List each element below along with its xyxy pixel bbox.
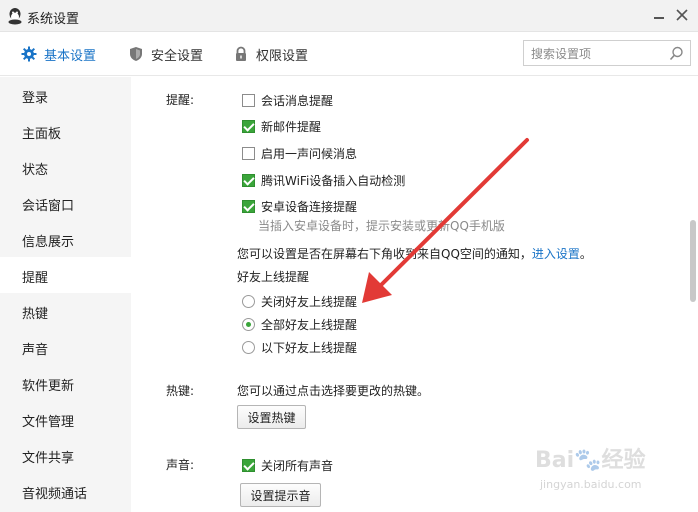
sidebar-item-file-management[interactable]: 文件管理 — [0, 401, 131, 437]
option-label: 启用一声问候消息 — [261, 146, 358, 161]
tab-security-settings[interactable]: 安全设置 — [128, 44, 203, 64]
hotkey-section-label: 热键: — [166, 384, 195, 398]
sidebar-item-info-display[interactable]: 信息展示 — [0, 221, 131, 257]
radio-disable-friend-online[interactable] — [242, 294, 255, 308]
settings-sidebar: 登录 主面板 状态 会话窗口 信息展示 提醒 热键 声音 软件更新 文件管理 文… — [0, 77, 131, 512]
sidebar-item-label: 热键 — [22, 307, 49, 322]
sidebar-item-hotkey[interactable]: 热键 — [0, 293, 131, 329]
sidebar-item-label: 提醒 — [22, 271, 49, 286]
android-hint-text: 当插入安卓设备时，提示安装或更新QQ手机版 — [258, 219, 505, 233]
option-disable-friend-online[interactable]: 关闭好友上线提醒 — [242, 292, 357, 310]
sidebar-item-software-update[interactable]: 软件更新 — [0, 365, 131, 401]
option-greeting-message[interactable]: 启用一声问候消息 — [242, 144, 357, 162]
sidebar-item-av-call[interactable]: 音视频通话 — [0, 473, 131, 509]
sidebar-item-main-panel[interactable]: 主面板 — [0, 113, 131, 149]
watermark-url: jingyan.baidu.com — [540, 478, 642, 491]
lock-icon — [236, 46, 246, 61]
checkbox-new-mail-reminder[interactable] — [242, 119, 255, 133]
minimize-button[interactable] — [652, 8, 666, 22]
qzone-notice-text: 您可以设置是否在屏幕右下角收到来自QQ空间的通知， — [237, 247, 532, 261]
sidebar-item-status[interactable]: 状态 — [0, 149, 131, 185]
tab-basic-settings-label: 基本设置 — [44, 48, 97, 64]
baidu-jingyan-watermark: Bai🐾经验 — [535, 448, 646, 473]
option-mute-all-sounds[interactable]: 关闭所有声音 — [242, 456, 333, 474]
sidebar-item-sound[interactable]: 声音 — [0, 329, 131, 365]
tab-basic-settings[interactable]: 基本设置 — [21, 44, 96, 64]
sidebar-item-chat-window[interactable]: 会话窗口 — [0, 185, 131, 221]
option-android-connect-reminder[interactable]: 安卓设备连接提醒 — [242, 197, 357, 215]
checkbox-mute-all-sounds[interactable] — [242, 458, 255, 472]
qzone-notice-line: 您可以设置是否在屏幕右下角收到来自QQ空间的通知，进入设置。 — [237, 245, 592, 262]
checkbox-android-connect-reminder[interactable] — [242, 199, 255, 213]
sidebar-item-label: 声音 — [22, 343, 49, 358]
close-icon[interactable] — [675, 8, 689, 22]
radio-selected-friends-online[interactable] — [242, 340, 255, 354]
sidebar-item-file-sharing[interactable]: 文件共享 — [0, 437, 131, 473]
option-wifi-device-detect[interactable]: 腾讯WiFi设备插入自动检测 — [242, 171, 405, 189]
checkbox-greeting-message[interactable] — [242, 146, 255, 160]
sound-section-label: 声音: — [166, 458, 195, 472]
option-label: 安卓设备连接提醒 — [261, 199, 358, 214]
set-notification-sound-button[interactable]: 设置提示音 — [240, 483, 321, 507]
top-tab-bar: 基本设置 安全设置 权限设置 搜索设置项 — [0, 32, 698, 76]
sidebar-item-label: 会话窗口 — [22, 199, 75, 214]
sidebar-item-label: 状态 — [22, 163, 49, 178]
search-placeholder: 搜索设置项 — [531, 47, 592, 61]
option-label: 会话消息提醒 — [261, 93, 334, 108]
option-label: 以下好友上线提醒 — [261, 340, 358, 355]
friend-online-title: 好友上线提醒 — [237, 270, 310, 284]
window-title: 系统设置 — [27, 12, 80, 27]
tab-permission-settings[interactable]: 权限设置 — [233, 44, 308, 64]
scrollbar-thumb[interactable] — [690, 220, 696, 302]
shield-icon — [130, 47, 142, 61]
search-input[interactable]: 搜索设置项 — [523, 40, 691, 66]
option-label: 关闭好友上线提醒 — [261, 294, 358, 309]
radio-all-friends-online[interactable] — [242, 317, 255, 331]
set-hotkey-button[interactable]: 设置热键 — [237, 405, 306, 429]
title-bar: 系统设置 — [0, 0, 698, 32]
hotkey-description: 您可以通过点击选择要更改的热键。 — [237, 384, 430, 398]
option-selected-friends-online[interactable]: 以下好友上线提醒 — [242, 338, 357, 356]
sidebar-item-label: 音视频通话 — [22, 487, 88, 502]
option-label: 关闭所有声音 — [261, 458, 334, 473]
qzone-notice-suffix: 。 — [579, 247, 592, 261]
option-all-friends-online[interactable]: 全部好友上线提醒 — [242, 315, 357, 333]
option-new-mail-reminder[interactable]: 新邮件提醒 — [242, 117, 321, 135]
sidebar-item-login[interactable]: 登录 — [0, 77, 131, 113]
option-label: 腾讯WiFi设备插入自动检测 — [261, 173, 406, 188]
option-chat-message-reminder[interactable]: 会话消息提醒 — [242, 91, 333, 109]
sidebar-item-label: 登录 — [22, 91, 49, 106]
gear-icon — [21, 46, 37, 62]
option-label: 全部好友上线提醒 — [261, 317, 358, 332]
sidebar-item-label: 文件共享 — [22, 451, 75, 466]
sidebar-item-label: 信息展示 — [22, 235, 75, 250]
reminder-section-label: 提醒: — [166, 93, 195, 107]
option-label: 新邮件提醒 — [261, 119, 322, 134]
search-icon[interactable] — [669, 46, 684, 61]
sidebar-item-label: 文件管理 — [22, 415, 75, 430]
sidebar-item-label: 主面板 — [22, 127, 62, 142]
sidebar-item-reminder[interactable]: 提醒 — [0, 257, 131, 293]
sidebar-item-label: 软件更新 — [22, 379, 75, 394]
qq-penguin-icon — [8, 8, 22, 25]
tab-permission-settings-label: 权限设置 — [256, 48, 309, 64]
tab-security-settings-label: 安全设置 — [151, 48, 204, 64]
checkbox-chat-message-reminder[interactable] — [242, 93, 255, 107]
checkbox-wifi-device-detect[interactable] — [242, 173, 255, 187]
qzone-settings-link[interactable]: 进入设置 — [532, 247, 580, 261]
